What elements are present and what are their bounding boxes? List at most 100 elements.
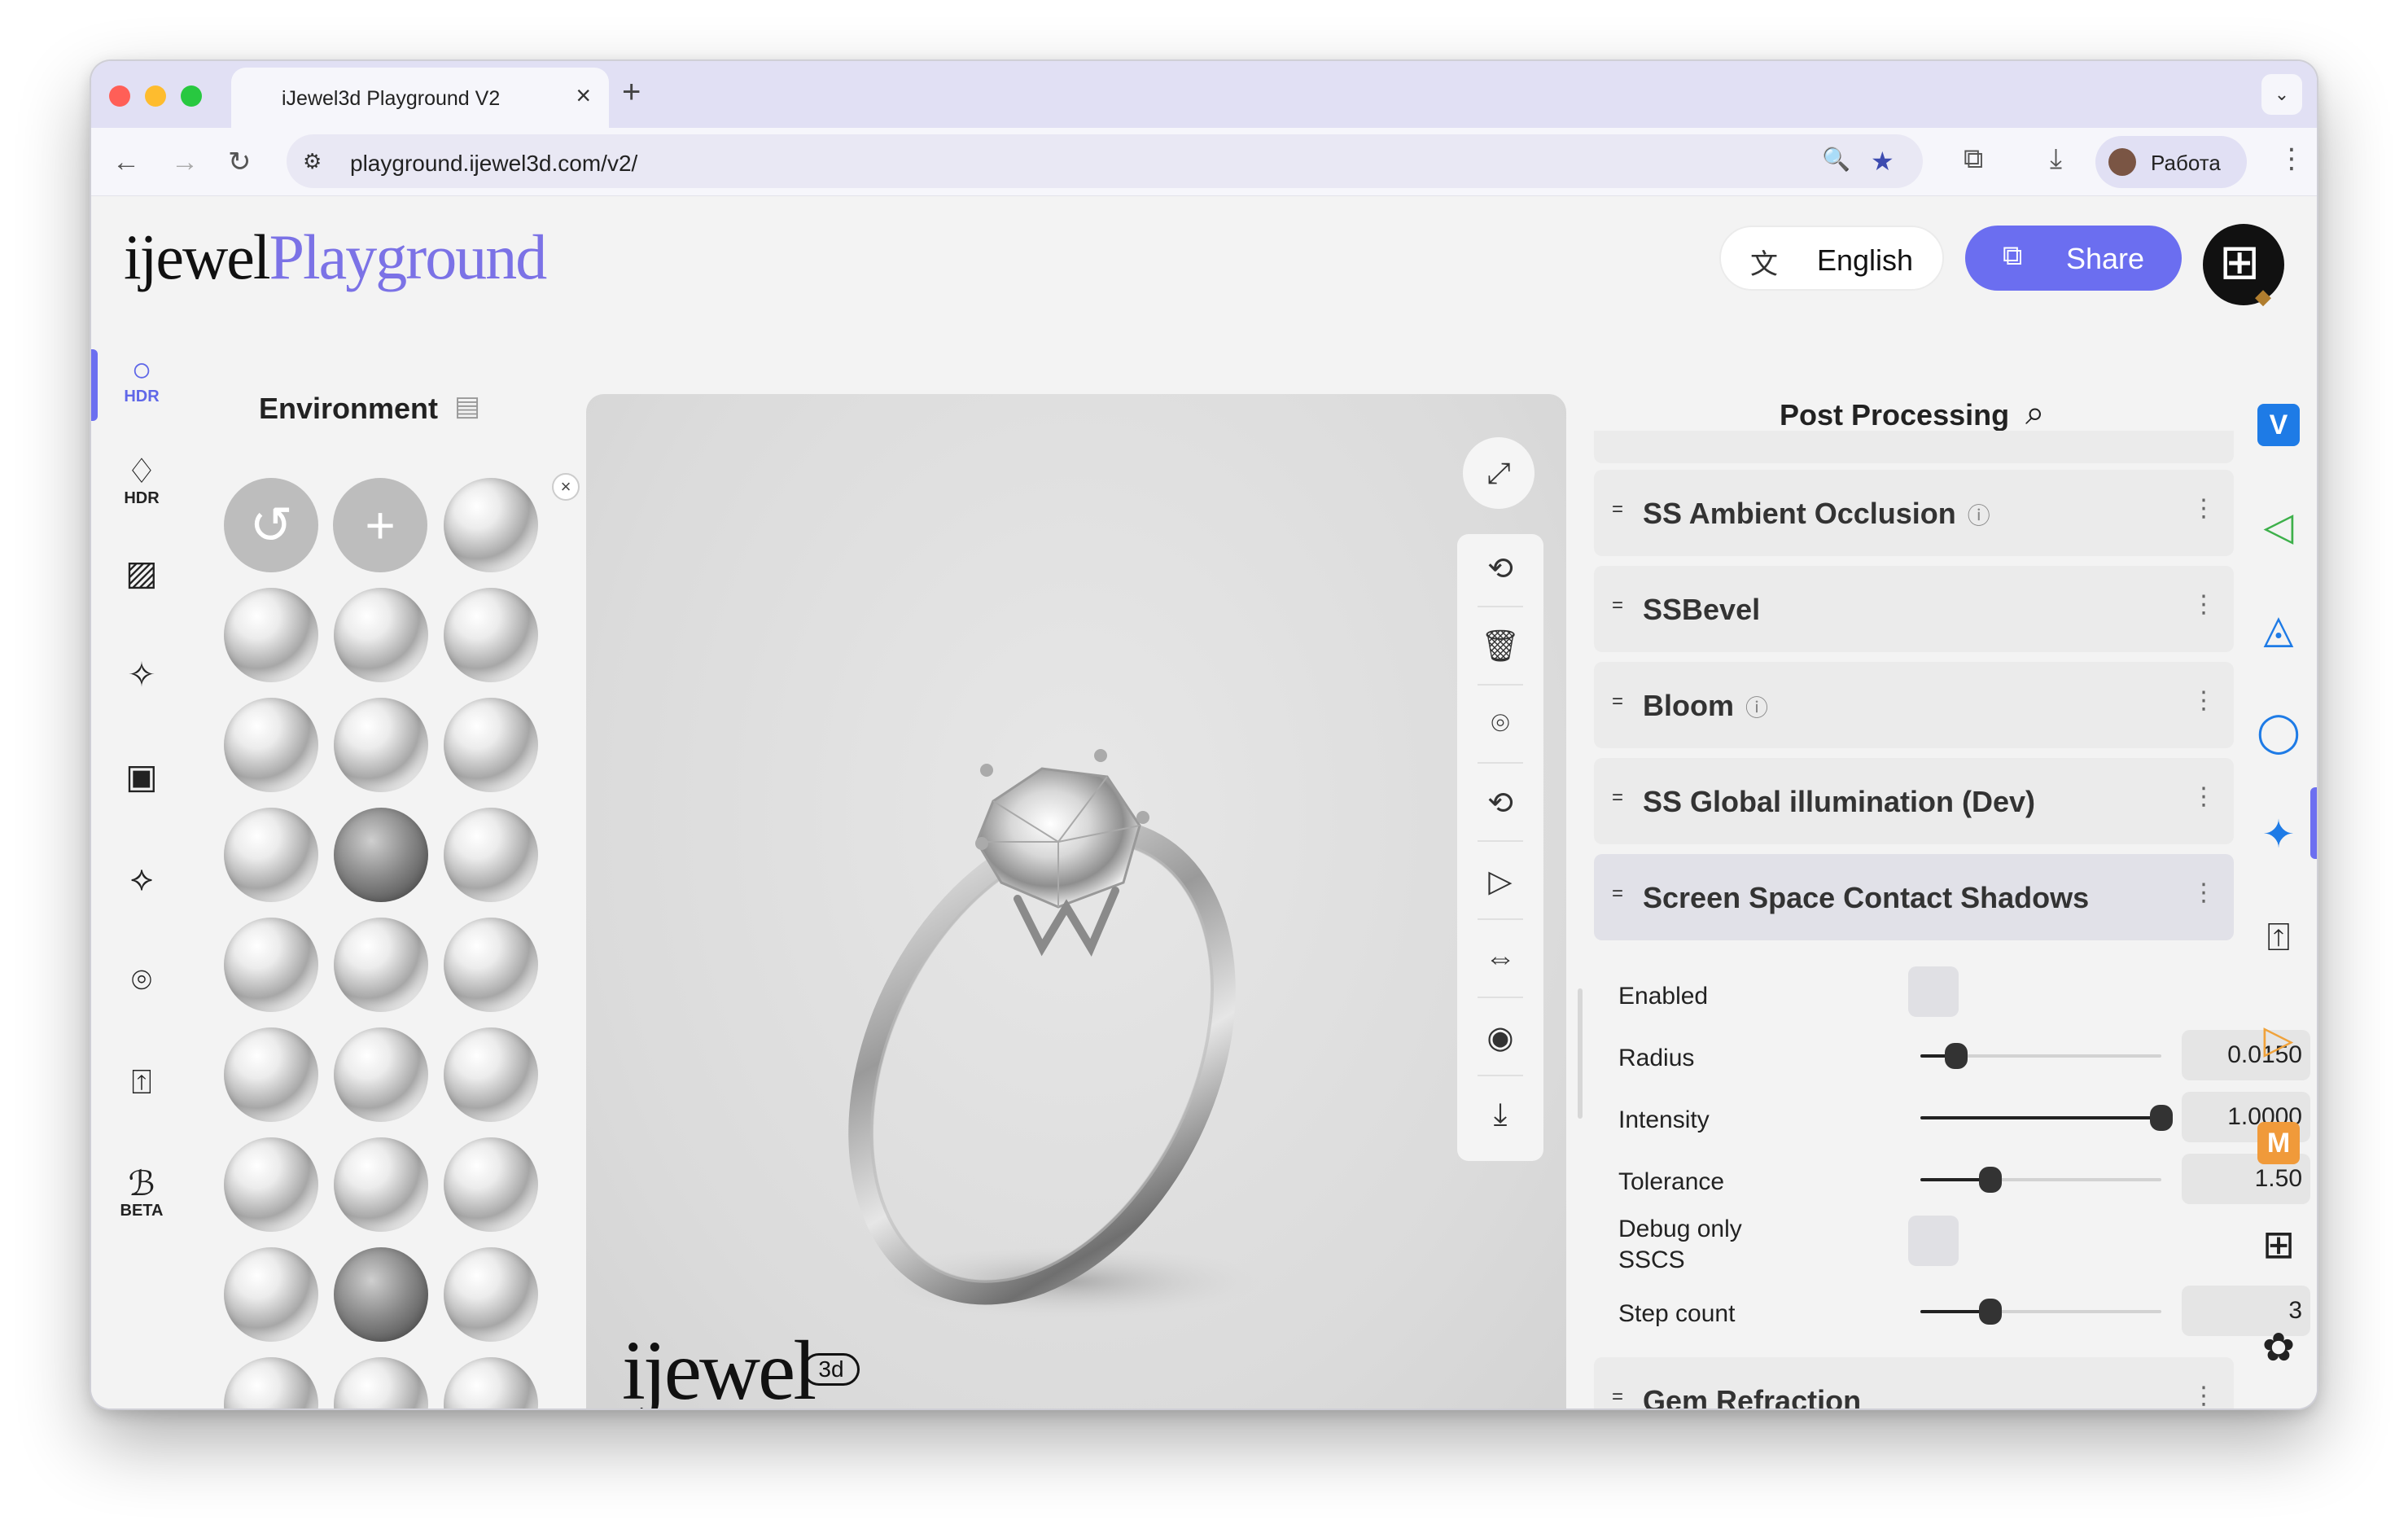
environment-thumbnail[interactable]	[334, 698, 428, 792]
environment-thumbnail[interactable]	[334, 1027, 428, 1122]
info-icon[interactable]: ⓘ	[1968, 503, 1990, 528]
environment-thumbnail[interactable]	[444, 1137, 538, 1232]
environment-thumbnail[interactable]	[444, 588, 538, 682]
profile-button[interactable]: Работа	[2095, 136, 2247, 188]
sidebar-item-ground[interactable]: ⟡	[109, 860, 174, 897]
sidebar-item-beta[interactable]: ℬ BETA	[109, 1165, 174, 1220]
pointer-tool-icon[interactable]: ◁	[2250, 499, 2307, 556]
download-icon[interactable]: ⤓	[1457, 1097, 1543, 1133]
section-screen-space-contact-shadows[interactable]: = Screen Space Contact Shadows ⋮	[1594, 854, 2234, 940]
materials-icon[interactable]: ◬	[2250, 602, 2307, 659]
environment-thumbnail[interactable]	[334, 1357, 428, 1409]
url-text[interactable]: playground.ijewel3d.com/v2/	[350, 151, 637, 177]
intensity-slider[interactable]	[1920, 1105, 2173, 1131]
focus-icon[interactable]: ⌾	[1457, 707, 1543, 742]
back-icon[interactable]: ←	[112, 146, 140, 178]
tab-search-icon[interactable]: ⌄	[2261, 74, 2302, 115]
environment-thumbnail[interactable]	[224, 918, 318, 1012]
environment-thumbnail[interactable]	[444, 1027, 538, 1122]
environment-thumbnail[interactable]	[444, 1247, 538, 1342]
downloads-icon[interactable]: ⤓	[2050, 142, 2062, 175]
maximize-window-button[interactable]	[181, 85, 202, 107]
sparkle-icon[interactable]: ✦	[2250, 807, 2307, 864]
search-icon[interactable]: ⌕	[2025, 393, 2045, 433]
language-button[interactable]: 文 English	[1719, 226, 1944, 291]
environment-thumbnail[interactable]	[444, 1357, 538, 1409]
address-bar[interactable]: ⚙ playground.ijewel3d.com/v2/ 🔍 ★	[287, 134, 1923, 188]
slider-knob[interactable]	[1978, 1299, 2002, 1325]
turntable-icon[interactable]: ⇔	[1457, 941, 1543, 976]
section-bloom[interactable]: = Bloom ⓘ ⋮	[1594, 662, 2234, 748]
info-icon[interactable]: ⓘ	[1745, 695, 1768, 721]
play-icon[interactable]: ▷	[1457, 863, 1543, 900]
remove-environment-icon[interactable]: ×	[552, 473, 580, 501]
more-options-icon[interactable]: ⋮	[2191, 494, 2216, 523]
browser-tab[interactable]: iJewel3d Playground V2 ×	[231, 68, 609, 128]
new-tab-icon[interactable]: +	[622, 76, 641, 108]
rotate-view-icon[interactable]: ⟲	[1457, 550, 1543, 587]
section-ssbevel[interactable]: = SSBevel ⋮	[1594, 566, 2234, 652]
section-ss-global-illumination-dev[interactable]: = SS Global illumination (Dev) ⋮	[1594, 758, 2234, 844]
collapsed-section[interactable]	[1594, 431, 2234, 463]
sidebar-item-sparkle[interactable]: ✧	[109, 656, 174, 694]
more-options-icon[interactable]: ⋮	[2191, 1382, 2216, 1409]
environment-thumbnail[interactable]	[224, 808, 318, 902]
environment-thumbnail[interactable]	[444, 478, 538, 572]
animation-icon[interactable]: ▷	[2250, 1012, 2307, 1069]
environment-thumbnail[interactable]	[224, 1357, 318, 1409]
rotate-icon[interactable]: ◯	[2250, 704, 2307, 761]
drag-handle-icon[interactable]: =	[1612, 1386, 1623, 1409]
add-environment-button[interactable]: +	[333, 478, 427, 572]
v-plugin-icon[interactable]: V	[2257, 404, 2300, 446]
browser-menu-icon[interactable]: ⋮	[2278, 142, 2305, 175]
sidebar-item-ring[interactable]: ⌾	[109, 962, 174, 999]
environment-thumbnail[interactable]	[224, 698, 318, 792]
environment-thumbnail[interactable]	[224, 588, 318, 682]
zoom-icon[interactable]: 🔍	[1822, 146, 1850, 173]
environment-thumbnail[interactable]	[334, 1247, 428, 1342]
section-ss-ambient-occlusion[interactable]: = SS Ambient Occlusion ⓘ ⋮	[1594, 470, 2234, 556]
environment-thumbnail[interactable]	[444, 918, 538, 1012]
environment-book-icon[interactable]: ▤	[454, 390, 480, 423]
reset-environment-button[interactable]: ↺	[224, 478, 318, 572]
drag-handle-icon[interactable]: =	[1612, 883, 1623, 905]
debug-checkbox[interactable]	[1908, 1216, 1959, 1266]
minimize-window-button[interactable]	[145, 85, 166, 107]
environment-thumbnail[interactable]	[224, 1137, 318, 1232]
drag-handle-icon[interactable]: =	[1612, 594, 1623, 617]
more-options-icon[interactable]: ⋮	[2191, 686, 2216, 715]
sidebar-item-background[interactable]: ▨	[109, 554, 174, 592]
app-logo[interactable]: ijewelPlayground	[124, 221, 547, 294]
grid-icon[interactable]: ⊞	[2250, 1217, 2307, 1274]
bookmark-star-icon[interactable]: ★	[1871, 146, 1894, 177]
close-window-button[interactable]	[109, 85, 130, 107]
slider-knob[interactable]	[1978, 1167, 2002, 1193]
site-info-icon[interactable]: ⚙	[303, 149, 322, 174]
sidebar-item-scene[interactable]: ▣	[109, 758, 174, 795]
forward-icon[interactable]: →	[171, 146, 199, 178]
share-button[interactable]: ⧉ Share	[1965, 226, 2182, 291]
more-options-icon[interactable]: ⋮	[2191, 590, 2216, 619]
tolerance-slider[interactable]	[1920, 1167, 2161, 1193]
radius-slider[interactable]	[1920, 1043, 2161, 1069]
slider-knob[interactable]	[1945, 1043, 1968, 1069]
reload-icon[interactable]: ↻	[228, 146, 252, 178]
fullscreen-icon[interactable]: ⤢	[1463, 437, 1535, 509]
slider-knob[interactable]	[2150, 1105, 2173, 1131]
environment-thumbnail[interactable]	[224, 1247, 318, 1342]
user-avatar-button[interactable]: ⊞	[2203, 224, 2284, 305]
section-gem-refraction[interactable]: = Gem Refraction ⋮	[1594, 1357, 2234, 1409]
environment-thumbnail[interactable]	[444, 698, 538, 792]
upload-icon[interactable]: ⍐	[2250, 909, 2307, 966]
drag-handle-icon[interactable]: =	[1612, 690, 1623, 713]
more-options-icon[interactable]: ⋮	[2191, 782, 2216, 811]
environment-thumbnail[interactable]	[224, 1027, 318, 1122]
enabled-checkbox[interactable]	[1908, 966, 1959, 1017]
more-options-icon[interactable]: ⋮	[2191, 878, 2216, 907]
camera-icon[interactable]: ◉	[1457, 1019, 1543, 1056]
step-count-slider[interactable]	[1920, 1299, 2161, 1325]
m-plugin-icon[interactable]: M	[2257, 1122, 2300, 1164]
extensions-icon[interactable]: ⧉	[1964, 142, 1983, 175]
drag-handle-icon[interactable]: =	[1612, 498, 1623, 521]
environment-thumbnail[interactable]	[334, 808, 428, 902]
